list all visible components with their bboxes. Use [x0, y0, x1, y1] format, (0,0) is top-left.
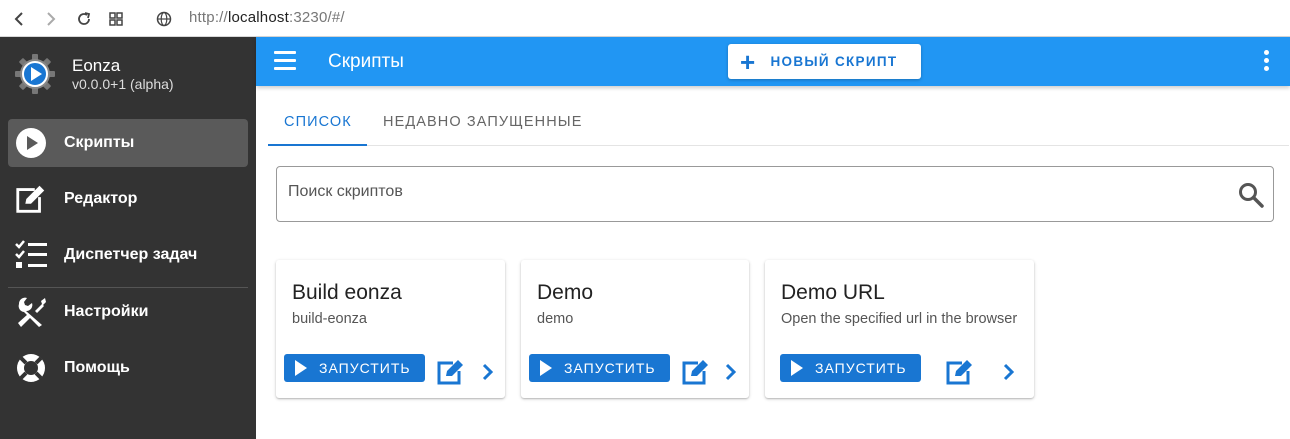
apps-grid-icon[interactable]	[106, 9, 126, 29]
script-title: Demo	[537, 281, 594, 304]
forward-icon[interactable]	[41, 9, 61, 29]
script-description: build-eonza	[292, 311, 367, 327]
browser-toolbar: http://localhost:3230/#/	[0, 0, 1290, 37]
sidebar-item-label: Диспетчер задач	[64, 246, 198, 263]
run-button[interactable]: ЗАПУСТИТЬ	[284, 354, 425, 382]
tab-recently-run[interactable]: НЕДАВНО ЗАПУЩЕННЫЕ	[383, 114, 583, 130]
sidebar-item-editor[interactable]: Редактор	[8, 175, 248, 223]
edit-square-icon	[14, 182, 48, 216]
script-description: demo	[537, 311, 574, 327]
reload-icon[interactable]	[74, 9, 94, 29]
app-logo-icon	[14, 53, 56, 95]
app-version: v0.0.0+1 (alpha)	[72, 76, 174, 92]
script-card: Build eonza build-eonza ЗАПУСТИТЬ	[276, 260, 505, 398]
sidebar-item-help[interactable]: Помощь	[8, 344, 248, 392]
task-list-icon	[14, 238, 48, 272]
url-scheme: http://	[189, 9, 228, 26]
run-button[interactable]: ЗАПУСТИТЬ	[529, 354, 670, 382]
play-icon	[791, 360, 803, 376]
plus-icon: +	[740, 46, 757, 77]
sidebar-item-label: Настройки	[64, 303, 149, 320]
sidebar-item-task-manager[interactable]: Диспетчер задач	[8, 231, 248, 279]
script-card: Demo URL Open the specified url in the b…	[765, 260, 1034, 398]
script-title: Build eonza	[292, 281, 402, 304]
app-name: Eonza	[72, 56, 121, 75]
play-icon	[540, 360, 552, 376]
menu-icon[interactable]	[274, 51, 296, 71]
play-circle-icon	[14, 126, 48, 160]
brand: Eonza v0.0.0+1 (alpha)	[0, 37, 256, 115]
sidebar: Eonza v0.0.0+1 (alpha) Скрипты Редактор …	[0, 37, 256, 439]
new-script-label: НОВЫЙ СКРИПТ	[770, 54, 898, 69]
tools-icon	[14, 295, 48, 329]
run-button[interactable]: ЗАПУСТИТЬ	[780, 354, 921, 382]
chevron-right-icon[interactable]	[724, 362, 738, 382]
script-title: Demo URL	[781, 281, 885, 304]
page-title: Скрипты	[328, 51, 404, 72]
play-icon	[295, 360, 307, 376]
more-vert-icon[interactable]	[1259, 50, 1273, 74]
run-label: ЗАПУСТИТЬ	[815, 360, 907, 376]
chevron-right-icon[interactable]	[1002, 362, 1016, 382]
back-icon[interactable]	[9, 9, 29, 29]
search-box	[276, 166, 1274, 222]
sidebar-item-label: Редактор	[64, 190, 138, 207]
script-card: Demo demo ЗАПУСТИТЬ	[521, 260, 749, 398]
url-host: localhost	[227, 9, 289, 26]
tabs-divider	[268, 145, 1289, 146]
sidebar-item-scripts[interactable]: Скрипты	[8, 119, 248, 167]
sidebar-item-label: Скрипты	[64, 134, 135, 151]
run-label: ЗАПУСТИТЬ	[564, 360, 656, 376]
run-label: ЗАПУСТИТЬ	[319, 360, 411, 376]
search-input[interactable]	[288, 183, 1218, 201]
edit-icon[interactable]	[436, 358, 466, 386]
chevron-right-icon[interactable]	[481, 362, 495, 382]
globe-icon	[154, 9, 174, 29]
search-icon[interactable]	[1238, 182, 1264, 208]
url-path: :3230/#/	[288, 9, 345, 26]
sidebar-item-label: Помощь	[64, 359, 130, 376]
new-script-button[interactable]: + НОВЫЙ СКРИПТ	[728, 44, 921, 79]
edit-icon[interactable]	[681, 358, 711, 386]
lifebuoy-icon	[14, 351, 48, 385]
top-app-bar: Скрипты + НОВЫЙ СКРИПТ	[256, 37, 1290, 86]
script-description: Open the specified url in the browser	[781, 311, 1018, 327]
tab-list[interactable]: СПИСОК	[284, 114, 352, 130]
sidebar-item-settings[interactable]: Настройки	[8, 288, 248, 336]
edit-icon[interactable]	[945, 358, 975, 386]
active-tab-indicator	[268, 144, 367, 146]
address-bar[interactable]: http://localhost:3230/#/	[189, 9, 345, 26]
